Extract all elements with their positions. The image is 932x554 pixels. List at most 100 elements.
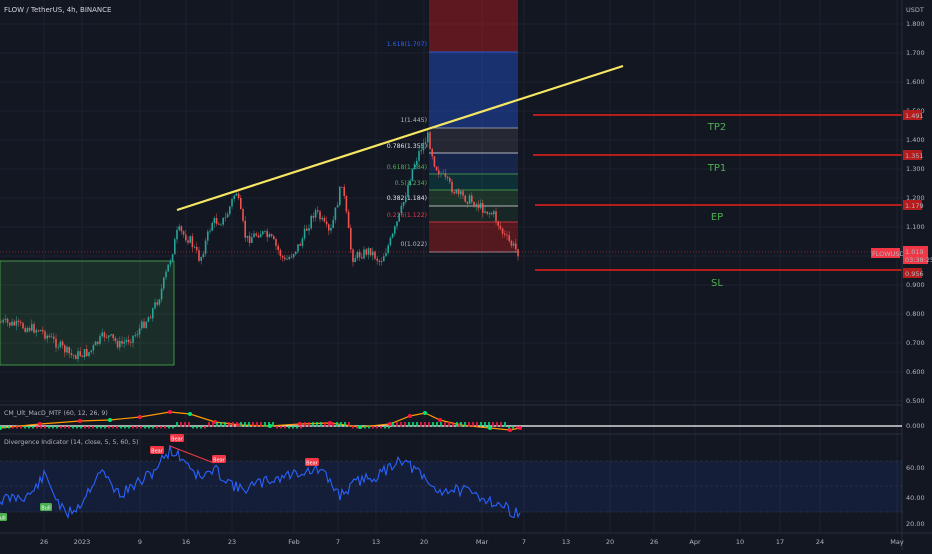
candle-body bbox=[215, 218, 218, 224]
candle-body bbox=[268, 234, 271, 238]
candle-body bbox=[257, 235, 260, 238]
macd-dot bbox=[423, 411, 427, 415]
candle-body bbox=[361, 257, 363, 259]
candle-body bbox=[290, 256, 293, 258]
candle-body bbox=[94, 341, 97, 346]
time-label: 10 bbox=[736, 538, 744, 546]
candle-body bbox=[418, 151, 420, 161]
candle-body bbox=[416, 160, 418, 165]
candle-body bbox=[383, 256, 385, 262]
bear-label: Bear bbox=[170, 434, 184, 443]
candle-body bbox=[402, 202, 405, 206]
candle-body bbox=[464, 195, 466, 202]
candle-body bbox=[231, 198, 233, 207]
candle-body bbox=[277, 245, 279, 251]
candle-body bbox=[169, 260, 172, 265]
candle-body bbox=[462, 191, 464, 196]
bear-label: Bear bbox=[212, 455, 226, 464]
candle-body bbox=[121, 341, 123, 344]
candle-body bbox=[178, 226, 180, 231]
candle-body bbox=[160, 288, 163, 300]
rsi-axis-60: 60.00 bbox=[906, 464, 925, 472]
candle-body bbox=[248, 235, 251, 243]
macd-axis-value: 0.000 bbox=[906, 422, 925, 430]
candle-body bbox=[363, 249, 365, 259]
macd-title[interactable]: CM_Ult_MacD_MTF (60, 12, 26, 9) bbox=[4, 410, 108, 417]
candle-body bbox=[61, 341, 64, 346]
candle-body bbox=[235, 193, 238, 196]
candle-body bbox=[455, 189, 458, 194]
fib-zone-gray bbox=[429, 128, 518, 153]
symbol-title[interactable]: FLOW / TetherUS, 4h, BINANCE bbox=[4, 6, 111, 14]
macd-dot bbox=[188, 412, 192, 416]
candle-body bbox=[341, 186, 343, 188]
candle-body bbox=[270, 234, 273, 237]
fib-zone-lightblue bbox=[429, 153, 518, 174]
price-label: 1.300 bbox=[906, 165, 925, 173]
candle-body bbox=[35, 330, 37, 333]
price-tag-tp1: 1.351 bbox=[903, 150, 924, 160]
candle-body bbox=[244, 220, 246, 238]
candle-body bbox=[339, 186, 341, 206]
candle-body bbox=[457, 189, 460, 195]
candle-body bbox=[26, 327, 29, 332]
candle-body bbox=[330, 227, 332, 231]
candle-body bbox=[493, 211, 495, 215]
candle-body bbox=[317, 210, 319, 212]
candle-body bbox=[196, 246, 198, 251]
candle-body bbox=[15, 320, 18, 326]
candle-body bbox=[163, 277, 165, 289]
candle-body bbox=[2, 320, 4, 323]
candle-body bbox=[400, 205, 403, 214]
bull-label: Bull bbox=[0, 513, 7, 522]
price-tag-tp2-text: 1.491 bbox=[905, 112, 924, 120]
trading-chart[interactable]: 1.618(1.707) 1(1.445) 0.786(1.355) 0.618… bbox=[0, 0, 932, 550]
svg-text:Bear: Bear bbox=[171, 437, 184, 443]
candle-body bbox=[251, 237, 253, 243]
candle-body bbox=[394, 226, 396, 234]
candle-body bbox=[55, 338, 57, 348]
candle-body bbox=[453, 192, 455, 194]
candle-body bbox=[424, 142, 427, 144]
price-tag-sl-text: 0.956 bbox=[905, 270, 924, 278]
macd-dot bbox=[488, 426, 492, 430]
chart-canvas[interactable]: 1.618(1.707) 1(1.445) 0.786(1.355) 0.618… bbox=[0, 0, 932, 550]
candle-body bbox=[411, 168, 414, 181]
candle-body bbox=[334, 207, 337, 220]
candle-body bbox=[224, 217, 227, 219]
time-label: 2023 bbox=[74, 538, 91, 546]
candle-body bbox=[358, 251, 361, 258]
svg-text:Bear: Bear bbox=[306, 461, 319, 467]
macd-dot bbox=[138, 415, 142, 419]
time-label: 7 bbox=[522, 538, 526, 546]
candle-body bbox=[13, 321, 15, 326]
candle-body bbox=[88, 352, 90, 357]
candle-body bbox=[31, 324, 33, 331]
candle-body bbox=[407, 185, 409, 197]
fib-label-1618: 1.618(1.707) bbox=[387, 41, 427, 48]
candle-body bbox=[413, 164, 416, 169]
candle-body bbox=[466, 201, 469, 204]
countdown-text: 03:38:25 bbox=[905, 256, 932, 264]
candle-body bbox=[446, 176, 449, 179]
price-label: 1.700 bbox=[906, 49, 925, 57]
candle-body bbox=[286, 259, 288, 261]
candle-body bbox=[345, 195, 348, 212]
candle-body bbox=[297, 244, 299, 252]
candle-body bbox=[39, 329, 42, 332]
candle-body bbox=[378, 260, 381, 262]
price-tag-sl: 0.956 bbox=[903, 268, 924, 278]
candle-body bbox=[167, 264, 169, 272]
candle-body bbox=[385, 252, 387, 257]
candle-body bbox=[53, 336, 55, 339]
candle-body bbox=[180, 226, 183, 232]
divergence-title[interactable]: Divergence Indicator (14, close, 5, 5, 6… bbox=[4, 439, 139, 446]
candle-body bbox=[108, 335, 110, 338]
time-label: 9 bbox=[138, 538, 142, 546]
candle-body bbox=[495, 211, 497, 222]
candle-body bbox=[409, 180, 411, 186]
candle-body bbox=[114, 338, 117, 342]
macd-dot bbox=[518, 426, 522, 430]
candle-body bbox=[48, 335, 51, 338]
candle-body bbox=[486, 211, 488, 214]
